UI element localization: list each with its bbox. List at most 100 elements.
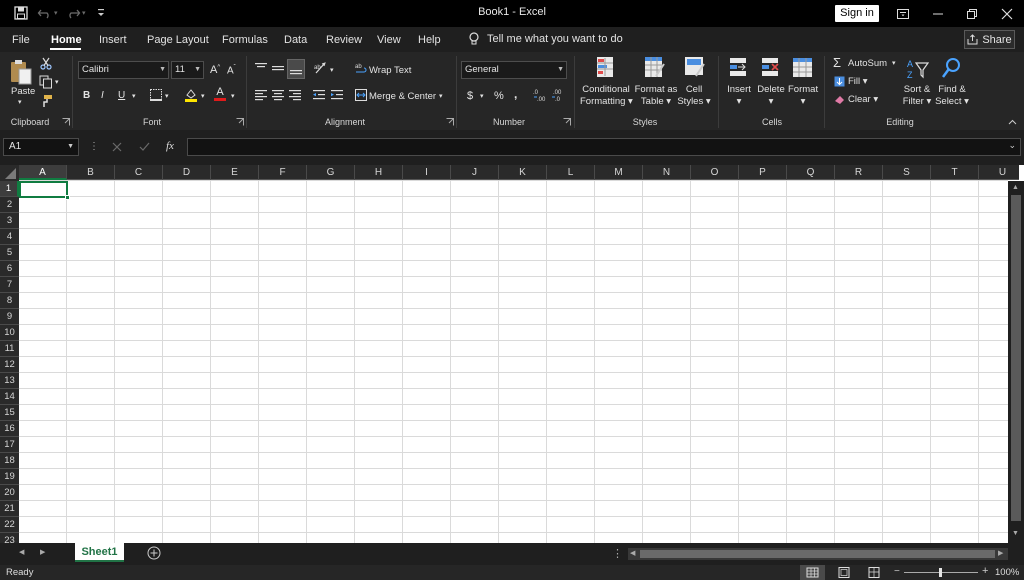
row-header-6[interactable]: 6 — [0, 261, 19, 277]
clipboard-launcher-icon[interactable] — [62, 118, 70, 126]
ribbon-display-options-icon[interactable] — [885, 0, 921, 27]
font-color-dropdown-icon[interactable]: ▾ — [231, 92, 235, 100]
autosum-dropdown-icon[interactable]: ▾ — [892, 59, 896, 67]
merge-center-icon[interactable] — [355, 89, 367, 101]
cancel-entry-icon[interactable] — [112, 142, 122, 152]
font-launcher-icon[interactable] — [236, 118, 244, 126]
fill-label[interactable]: Fill ▾ — [848, 76, 868, 87]
row-header-19[interactable]: 19 — [0, 469, 19, 485]
restore-icon[interactable] — [954, 0, 990, 27]
sort-filter-label[interactable]: Sort & Filter ▾ — [900, 84, 934, 108]
tab-insert[interactable]: Insert — [99, 34, 127, 46]
format-cells-label[interactable]: Format ▾ — [788, 84, 818, 108]
tab-data[interactable]: Data — [284, 34, 307, 46]
format-painter-icon[interactable] — [39, 94, 53, 108]
delete-cells-icon[interactable] — [760, 56, 782, 80]
column-header-r[interactable]: R — [835, 165, 883, 180]
row-header-2[interactable]: 2 — [0, 197, 19, 213]
redo-icon[interactable] — [65, 5, 81, 21]
font-color-button[interactable]: A — [213, 86, 227, 101]
row-header-5[interactable]: 5 — [0, 245, 19, 261]
row-header-7[interactable]: 7 — [0, 277, 19, 293]
scroll-down-icon[interactable]: ▼ — [1012, 530, 1019, 537]
autosum-icon[interactable]: Σ — [833, 55, 841, 70]
number-launcher-icon[interactable] — [563, 118, 571, 126]
column-header-c[interactable]: C — [115, 165, 163, 180]
column-header-o[interactable]: O — [691, 165, 739, 180]
paste-icon[interactable] — [8, 58, 34, 86]
row-header-22[interactable]: 22 — [0, 517, 19, 533]
align-right-icon[interactable] — [288, 88, 302, 102]
row-header-10[interactable]: 10 — [0, 325, 19, 341]
tab-help[interactable]: Help — [418, 34, 441, 46]
horizontal-scroll-thumb[interactable] — [640, 550, 995, 558]
fill-color-dropdown-icon[interactable]: ▾ — [201, 92, 205, 100]
undo-dropdown-icon[interactable]: ▾ — [54, 9, 58, 17]
column-header-q[interactable]: Q — [787, 165, 835, 180]
fill-handle[interactable] — [65, 195, 70, 200]
tab-formulas[interactable]: Formulas — [222, 34, 268, 46]
increase-indent-icon[interactable] — [330, 88, 344, 102]
row-header-12[interactable]: 12 — [0, 357, 19, 373]
zoom-in-icon[interactable]: + — [982, 565, 988, 577]
format-cells-icon[interactable] — [792, 56, 814, 80]
scroll-left-icon[interactable]: ◀ — [630, 549, 635, 557]
row-header-21[interactable]: 21 — [0, 501, 19, 517]
percent-button[interactable]: % — [494, 90, 504, 102]
clear-eraser-icon[interactable] — [834, 94, 845, 105]
tab-page-layout[interactable]: Page Layout — [147, 34, 209, 46]
name-box[interactable]: A1 ▼ — [3, 138, 79, 156]
new-sheet-icon[interactable] — [147, 546, 161, 560]
underline-dropdown-icon[interactable]: ▾ — [132, 92, 136, 100]
column-header-k[interactable]: K — [499, 165, 547, 180]
format-as-table-label[interactable]: Format as Table ▾ — [634, 84, 678, 108]
vertical-scrollbar[interactable]: ▲ ▼ — [1008, 181, 1024, 543]
cut-icon[interactable] — [39, 56, 53, 70]
undo-icon[interactable] — [37, 5, 53, 21]
autosum-label[interactable]: AutoSum — [848, 58, 887, 69]
zoom-level[interactable]: 100% — [995, 567, 1019, 578]
customize-qat-icon[interactable] — [96, 7, 106, 19]
tab-file[interactable]: File — [12, 34, 30, 46]
top-align-icon[interactable] — [254, 61, 268, 75]
underline-button[interactable]: U — [118, 90, 125, 101]
currency-dropdown-icon[interactable]: ▾ — [480, 92, 484, 100]
middle-align-icon[interactable] — [271, 61, 285, 75]
bottom-align-button[interactable] — [287, 59, 305, 79]
row-header-16[interactable]: 16 — [0, 421, 19, 437]
row-header-17[interactable]: 17 — [0, 437, 19, 453]
tab-view[interactable]: View — [377, 34, 401, 46]
zoom-out-icon[interactable]: − — [894, 566, 900, 577]
worksheet-grid[interactable] — [0, 165, 1024, 543]
insert-cells-label[interactable]: Insert ▾ — [726, 84, 752, 108]
grow-font-button[interactable]: A^ — [210, 64, 220, 76]
prev-sheet-icon[interactable]: ◀ — [19, 548, 24, 556]
column-header-d[interactable]: D — [163, 165, 211, 180]
cell-styles-icon[interactable] — [684, 56, 706, 80]
column-header-j[interactable]: J — [451, 165, 499, 180]
paste-dropdown-icon[interactable]: ▾ — [18, 98, 22, 106]
number-format-select[interactable]: General ▼ — [461, 61, 567, 79]
shrink-font-button[interactable]: Aˇ — [227, 65, 236, 76]
confirm-entry-icon[interactable] — [139, 142, 150, 152]
tab-review[interactable]: Review — [326, 34, 362, 46]
sign-in-button[interactable]: Sign in — [835, 5, 879, 22]
column-header-l[interactable]: L — [547, 165, 595, 180]
save-icon[interactable] — [13, 5, 29, 21]
insert-cells-icon[interactable] — [728, 56, 750, 80]
merge-dropdown-icon[interactable]: ▾ — [439, 92, 443, 100]
row-header-3[interactable]: 3 — [0, 213, 19, 229]
find-select-icon[interactable] — [941, 57, 963, 81]
minimize-icon[interactable] — [920, 0, 956, 27]
row-header-4[interactable]: 4 — [0, 229, 19, 245]
row-header-18[interactable]: 18 — [0, 453, 19, 469]
delete-cells-label[interactable]: Delete ▾ — [757, 84, 785, 108]
conditional-formatting-icon[interactable] — [596, 56, 618, 80]
wrap-text-icon[interactable]: ab — [355, 62, 367, 76]
sort-filter-icon[interactable]: AZ — [906, 57, 930, 81]
copy-dropdown-icon[interactable]: ▾ — [55, 78, 59, 86]
borders-icon[interactable] — [150, 89, 162, 101]
page-break-view-icon[interactable] — [868, 567, 880, 578]
scroll-up-icon[interactable]: ▲ — [1012, 184, 1019, 191]
page-layout-view-icon[interactable] — [838, 567, 850, 578]
